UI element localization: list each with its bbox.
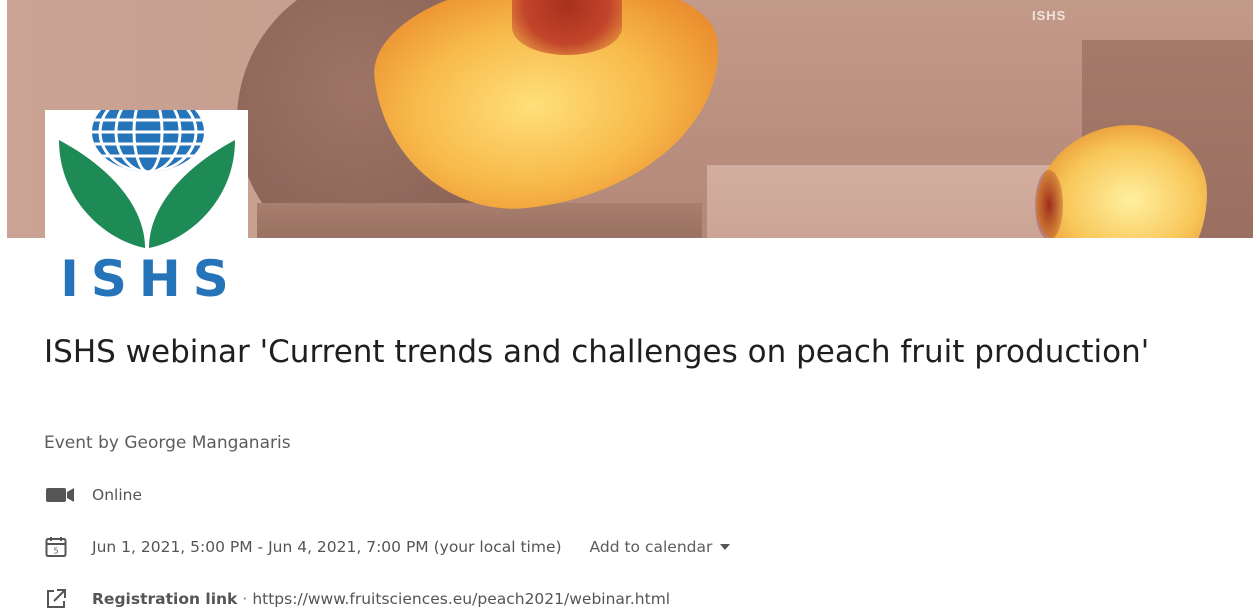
add-to-calendar-label: Add to calendar: [589, 538, 713, 556]
event-date-text: Jun 1, 2021, 5:00 PM - Jun 4, 2021, 7:00…: [92, 538, 562, 556]
registration-link-label: Registration link: [92, 590, 238, 608]
caret-down-icon: [720, 544, 731, 550]
svg-text:5: 5: [53, 547, 58, 556]
add-to-calendar-button[interactable]: Add to calendar: [590, 538, 731, 556]
event-date-row: 5 Jun 1, 2021, 5:00 PM - Jun 4, 2021, 7:…: [44, 536, 731, 558]
event-registration-row: Registration link · https://www.fruitsci…: [44, 588, 670, 610]
event-location-label: Online: [92, 486, 142, 504]
event-organizer: Event by George Manganaris: [44, 433, 291, 453]
banner-tag: ISHS: [1032, 8, 1067, 23]
registration-url-link[interactable]: https://www.fruitsciences.eu/peach2021/w…: [252, 590, 670, 608]
external-link-icon: [44, 588, 80, 610]
event-location-row: Online: [44, 484, 142, 506]
organizer-logo[interactable]: ISHS: [45, 110, 248, 312]
event-page: ISHS ISHS ISHS webinar 'Current trends a…: [0, 0, 1253, 612]
separator-dot: ·: [242, 590, 248, 608]
calendar-icon: 5: [44, 536, 80, 558]
ishs-emblem-icon: [59, 110, 235, 248]
event-title: ISHS webinar 'Current trends and challen…: [44, 334, 1150, 370]
banner-pedestal: [257, 203, 702, 238]
video-camera-icon: [44, 484, 80, 506]
logo-text: ISHS: [60, 250, 241, 308]
peach-slice-small-image: [1037, 125, 1207, 238]
